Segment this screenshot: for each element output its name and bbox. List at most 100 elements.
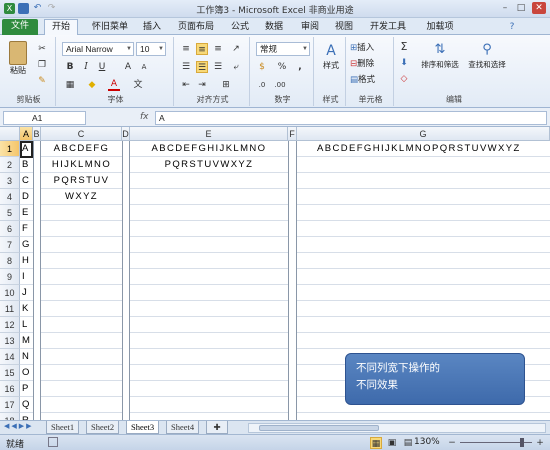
cell-e2[interactable]: PQRSTUVWXYZ bbox=[130, 157, 288, 173]
format-cells-button[interactable]: ▤格式 bbox=[350, 73, 375, 85]
row-header[interactable]: 13 bbox=[0, 333, 20, 349]
autosum-button[interactable]: Σ bbox=[398, 41, 410, 53]
sheet-tab-3[interactable]: Sheet3 bbox=[126, 421, 160, 434]
column-header-d[interactable]: D bbox=[122, 127, 130, 141]
row-header[interactable]: 10 bbox=[0, 285, 20, 301]
tab-data[interactable]: 数据 bbox=[260, 20, 288, 35]
row-header[interactable]: 12 bbox=[0, 317, 20, 333]
column-header-g[interactable]: G bbox=[297, 127, 550, 141]
font-color-button[interactable]: A bbox=[108, 79, 120, 91]
tab-developer[interactable]: 开发工具 bbox=[364, 20, 412, 35]
normal-view-icon[interactable]: ▦ bbox=[370, 437, 382, 449]
zoom-in-icon[interactable]: + bbox=[534, 437, 546, 449]
underline-button[interactable]: U bbox=[96, 61, 108, 73]
fill-color-icon[interactable]: ◆ bbox=[86, 79, 98, 91]
row-header[interactable]: 1 bbox=[0, 141, 20, 157]
help-icon[interactable]: ? bbox=[506, 21, 518, 33]
worksheet-grid[interactable]: A B C D E F G 12345678910111213141516171… bbox=[0, 127, 550, 420]
tab-view[interactable]: 视图 bbox=[330, 20, 358, 35]
cell-c1[interactable]: ABCDEFG bbox=[41, 141, 122, 157]
tab-review[interactable]: 审阅 bbox=[296, 20, 324, 35]
sheet-nav-arrows-icon[interactable]: ◀◀▶▶ bbox=[4, 422, 34, 430]
cell-a16[interactable]: P bbox=[21, 381, 33, 397]
column-header-e[interactable]: E bbox=[130, 127, 288, 141]
sheet-tab-2[interactable]: Sheet2 bbox=[86, 421, 120, 434]
phonetic-icon[interactable]: 文 bbox=[132, 79, 144, 91]
tab-classic-menu[interactable]: 怀旧菜单 bbox=[84, 20, 136, 35]
font-size-select[interactable]: 10 ▼ bbox=[136, 42, 166, 56]
sort-filter-button[interactable]: ⇅ 排序和筛选 bbox=[418, 41, 462, 70]
cell-a14[interactable]: N bbox=[21, 349, 33, 365]
row-header[interactable]: 15 bbox=[0, 365, 20, 381]
row-header[interactable]: 8 bbox=[0, 253, 20, 269]
cell-a15[interactable]: O bbox=[21, 365, 33, 381]
currency-icon[interactable]: $ bbox=[256, 61, 268, 73]
merge-center-icon[interactable]: ⊞ bbox=[220, 79, 232, 91]
format-painter-icon[interactable]: ✎ bbox=[36, 75, 48, 87]
cell-e1[interactable]: ABCDEFGHIJKLMNO bbox=[130, 141, 288, 157]
find-select-button[interactable]: ⚲ 查找和选择 bbox=[464, 41, 510, 70]
zoom-slider-thumb[interactable] bbox=[520, 438, 524, 447]
active-cell-a1[interactable] bbox=[20, 141, 33, 158]
decrease-indent-icon[interactable]: ⇤ bbox=[180, 79, 192, 91]
maximize-button[interactable]: □ bbox=[514, 2, 528, 14]
cell-a13[interactable]: M bbox=[21, 333, 33, 349]
cell-a10[interactable]: J bbox=[21, 285, 33, 301]
cell-a8[interactable]: H bbox=[21, 253, 33, 269]
cell-a4[interactable]: D bbox=[21, 189, 33, 205]
row-header[interactable]: 16 bbox=[0, 381, 20, 397]
row-header[interactable]: 4 bbox=[0, 189, 20, 205]
sheet-tab-1[interactable]: Sheet1 bbox=[46, 421, 80, 434]
cell-a11[interactable]: K bbox=[21, 301, 33, 317]
name-box[interactable]: A1 bbox=[3, 111, 86, 125]
align-middle-icon[interactable]: ≡ bbox=[196, 43, 208, 55]
row-header[interactable]: 17 bbox=[0, 397, 20, 413]
font-name-select[interactable]: Arial Narrow ▼ bbox=[62, 42, 134, 56]
page-layout-view-icon[interactable]: ▣ bbox=[386, 437, 398, 449]
row-header[interactable]: 3 bbox=[0, 173, 20, 189]
cell-a3[interactable]: C bbox=[21, 173, 33, 189]
column-header-a[interactable]: A bbox=[20, 127, 33, 141]
comma-button[interactable]: , bbox=[294, 61, 306, 73]
column-header-f[interactable]: F bbox=[288, 127, 297, 141]
number-format-select[interactable]: 常规 ▼ bbox=[256, 42, 310, 56]
row-header[interactable]: 2 bbox=[0, 157, 20, 173]
page-break-view-icon[interactable]: ▤ bbox=[402, 437, 414, 449]
zoom-level[interactable]: 130% bbox=[414, 437, 440, 447]
tab-file[interactable]: 文件 bbox=[2, 19, 38, 35]
row-header[interactable]: 7 bbox=[0, 237, 20, 253]
percent-button[interactable]: % bbox=[276, 61, 288, 73]
cut-icon[interactable]: ✂ bbox=[36, 43, 48, 55]
align-right-icon[interactable]: ☰ bbox=[212, 61, 224, 73]
horizontal-scrollbar[interactable] bbox=[248, 423, 546, 433]
align-left-icon[interactable]: ☰ bbox=[180, 61, 192, 73]
column-header-c[interactable]: C bbox=[41, 127, 122, 141]
wrap-text-icon[interactable]: ⤶ bbox=[230, 61, 242, 73]
cell-a6[interactable]: F bbox=[21, 221, 33, 237]
cell-c3[interactable]: PQRSTUV bbox=[41, 173, 122, 189]
cell-a12[interactable]: L bbox=[21, 317, 33, 333]
row-header[interactable]: 9 bbox=[0, 269, 20, 285]
zoom-out-icon[interactable]: − bbox=[446, 437, 458, 449]
grow-font-button[interactable]: A bbox=[122, 61, 134, 73]
scroll-thumb[interactable] bbox=[259, 425, 379, 431]
delete-cells-button[interactable]: ⊟删除 bbox=[350, 57, 374, 69]
align-bottom-icon[interactable]: ≡ bbox=[212, 43, 224, 55]
tab-page-layout[interactable]: 页面布局 bbox=[172, 20, 220, 35]
tab-formulas[interactable]: 公式 bbox=[226, 20, 254, 35]
select-all-corner[interactable] bbox=[0, 127, 20, 141]
italic-button[interactable]: I bbox=[80, 61, 92, 73]
align-center-icon[interactable]: ☰ bbox=[196, 61, 208, 73]
row-header[interactable]: 11 bbox=[0, 301, 20, 317]
shrink-font-button[interactable]: A bbox=[138, 61, 150, 73]
clear-icon[interactable]: ◇ bbox=[398, 73, 410, 85]
align-top-icon[interactable]: ≡ bbox=[180, 43, 192, 55]
formula-input[interactable]: A bbox=[155, 111, 547, 125]
increase-decimal-icon[interactable]: .0 bbox=[256, 79, 268, 91]
tab-addins[interactable]: 加载项 bbox=[420, 20, 460, 35]
row-header[interactable]: 5 bbox=[0, 205, 20, 221]
column-header-b[interactable]: B bbox=[33, 127, 41, 141]
cell-a2[interactable]: B bbox=[21, 157, 33, 173]
sheet-tab-4[interactable]: Sheet4 bbox=[166, 421, 200, 434]
fill-icon[interactable]: ⬇ bbox=[398, 57, 410, 69]
